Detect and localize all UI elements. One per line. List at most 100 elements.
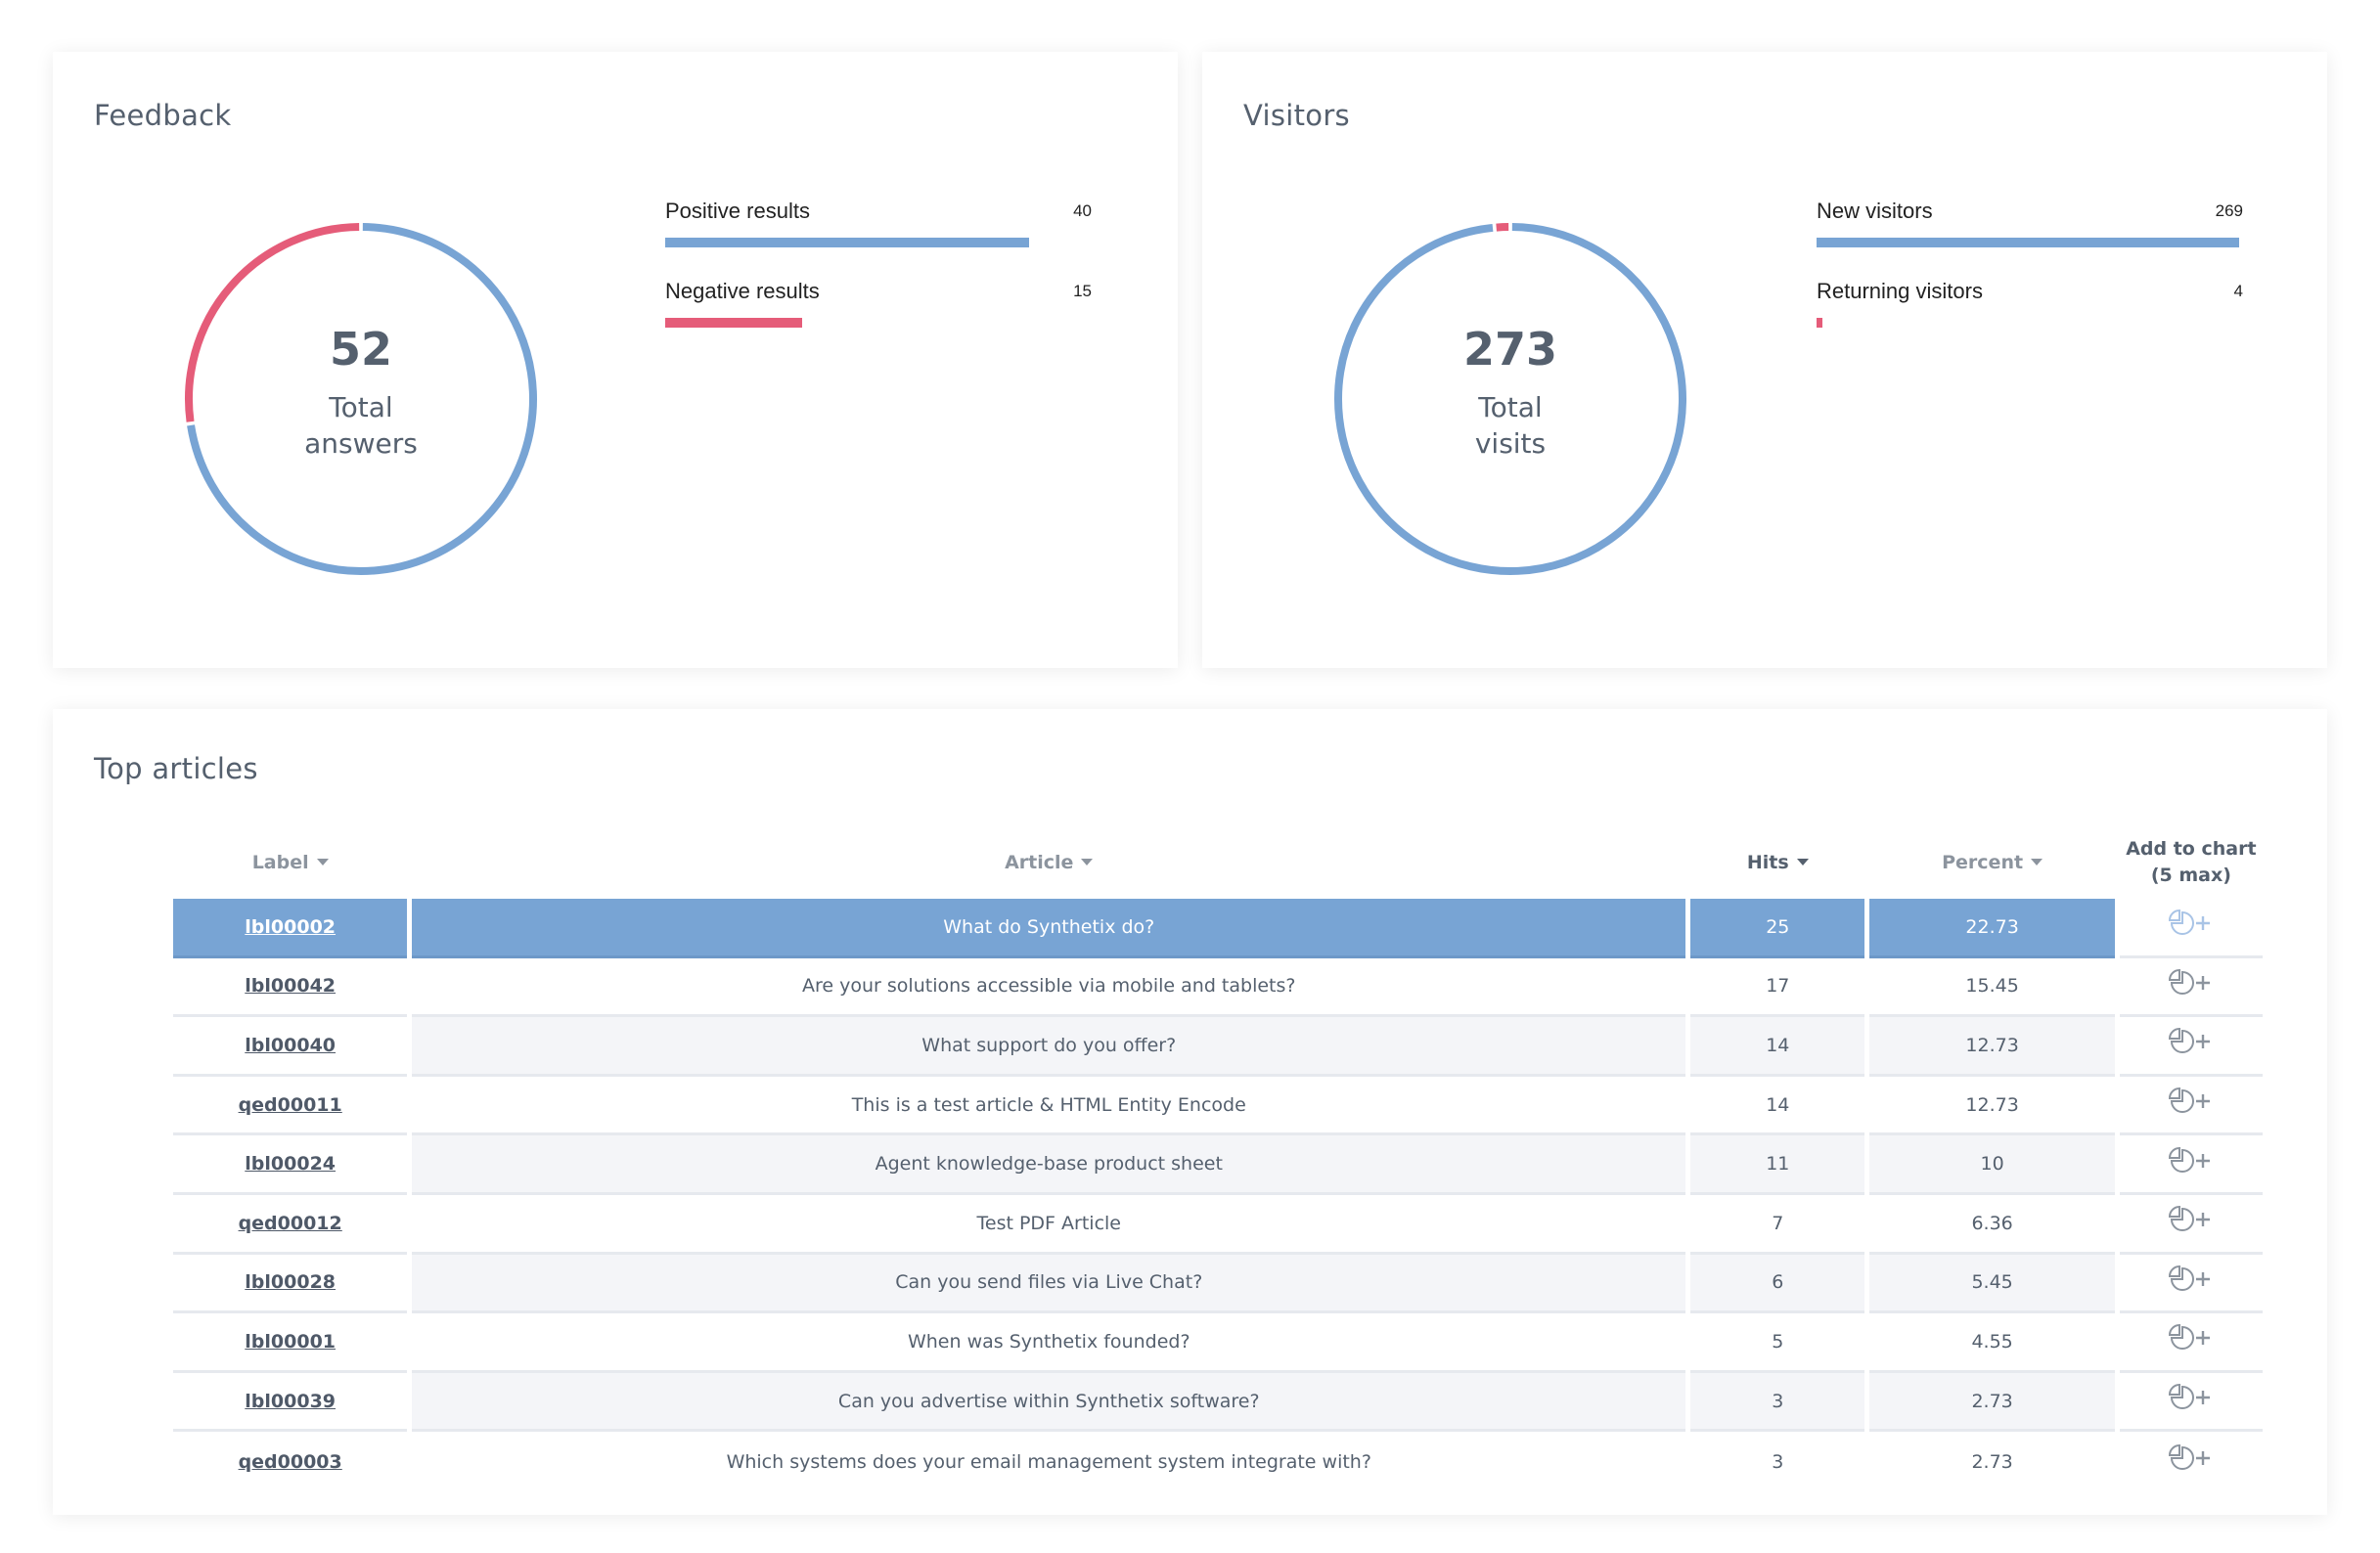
article-label-link[interactable]: qed00011: [239, 1094, 342, 1116]
legend-value: 269: [2215, 201, 2243, 220]
cell-percent: 2.73: [1869, 1372, 2115, 1433]
cell-add-to-chart: [2119, 899, 2263, 958]
pie-chart-plus-icon: [2168, 1265, 2210, 1291]
cell-add-to-chart: [2119, 1313, 2263, 1373]
article-label-link[interactable]: qed00012: [239, 1213, 342, 1234]
cell-article: Which systems does your email management…: [726, 1450, 1371, 1473]
table-row[interactable]: qed00011 This is a test article & HTML En…: [173, 1077, 2263, 1136]
legend-item-returning-visitors: Returning visitors 4: [1817, 279, 2243, 359]
table-header-row: Label Article Hits Percent Add to chart(…: [173, 826, 2263, 899]
cell-add-to-chart: [2119, 1373, 2263, 1433]
table-row[interactable]: lbl00002 What do Synthetix do? 25 22.73: [173, 899, 2263, 958]
table-row[interactable]: lbl00024 Agent knowledge-base product she…: [173, 1135, 2263, 1195]
visitors-total-caption: Total visits: [1474, 391, 1547, 460]
cell-percent: 22.73: [1869, 899, 2115, 958]
table-row[interactable]: lbl00040 What support do you offer? 14 12.7…: [173, 1017, 2263, 1077]
legend-label: Negative results: [665, 279, 820, 303]
column-header-percent[interactable]: Percent: [1869, 826, 2114, 899]
table-row[interactable]: lbl00039 Can you advertise within Synthet…: [173, 1372, 2263, 1433]
add-to-chart-button[interactable]: [2168, 1322, 2214, 1355]
article-label-link[interactable]: lbl00028: [245, 1271, 336, 1293]
add-to-chart-button[interactable]: [2168, 1382, 2214, 1415]
feedback-card: Feedback 52 Total answers Positive resul…: [53, 52, 1178, 668]
pie-chart-plus-icon: [2168, 1324, 2210, 1351]
table-row[interactable]: lbl00028 Can you send files via Live Chat…: [173, 1254, 2263, 1314]
article-label-link[interactable]: lbl00040: [245, 1035, 336, 1056]
legend-bar-track: [1817, 318, 2239, 328]
article-label-link[interactable]: lbl00001: [245, 1331, 336, 1353]
add-to-chart-button[interactable]: [2168, 1026, 2214, 1059]
cell-hits: 11: [1690, 1135, 1865, 1195]
cell-label: lbl00042: [173, 958, 408, 1018]
add-to-chart-button[interactable]: [2168, 1145, 2214, 1178]
table-row[interactable]: qed00012 Test PDF Article 7 6.36: [173, 1195, 2263, 1255]
cell-hits: 25: [1690, 899, 1865, 958]
cell-article: Agent knowledge-base product sheet: [412, 1135, 1686, 1195]
article-label-link[interactable]: qed00003: [239, 1451, 342, 1473]
legend-bar-track: [665, 238, 1029, 247]
cell-percent: 4.55: [1869, 1313, 2115, 1373]
cell-hits: 7: [1690, 1195, 1865, 1255]
pie-chart-plus-icon: [2168, 1087, 2210, 1114]
cell-label: lbl00024: [173, 1135, 408, 1195]
legend-bar-positive: [665, 238, 1029, 247]
sort-arrow-icon: [1796, 858, 1809, 865]
cell-label: lbl00001: [173, 1313, 408, 1373]
feedback-title: Feedback: [94, 99, 232, 132]
legend-bar-new-visitors: [1817, 238, 2239, 247]
pie-chart-plus-icon: [2168, 1146, 2210, 1173]
cell-article: This is a test article & HTML Entity Enc…: [412, 1077, 1686, 1136]
table-row[interactable]: lbl00001 When was Synthetix founded? 5 4.55: [173, 1313, 2263, 1373]
add-to-chart-button[interactable]: [2168, 967, 2214, 1000]
legend-label: Returning visitors: [1817, 279, 1983, 303]
cell-article: What support do you offer?: [412, 1017, 1686, 1077]
top-articles-title: Top articles: [94, 752, 258, 785]
pie-chart-plus-icon: [2168, 1206, 2210, 1232]
column-header-hits[interactable]: Hits: [1690, 826, 1864, 899]
sort-arrow-icon: [2031, 858, 2043, 865]
sort-arrow-icon: [1081, 858, 1094, 865]
visitors-donut-chart: 273 Total visits: [1329, 218, 1691, 580]
pie-chart-plus-icon: [2168, 1028, 2210, 1054]
article-label-link[interactable]: lbl00042: [245, 975, 336, 997]
cell-percent: 10: [1869, 1135, 2115, 1195]
add-to-chart-button[interactable]: [2168, 1264, 2214, 1297]
pie-chart-plus-icon: [2168, 968, 2210, 995]
feedback-total-value: 52: [329, 323, 392, 376]
article-label-link[interactable]: lbl00024: [245, 1153, 336, 1175]
cell-label: qed00012: [173, 1195, 408, 1255]
pie-chart-plus-icon: [2168, 1384, 2210, 1410]
top-articles-card: Top articles Label Article Hits Percent …: [53, 709, 2327, 1515]
cell-add-to-chart: [2119, 1135, 2263, 1195]
top-articles-table: Label Article Hits Percent Add to chart(…: [168, 826, 2268, 1491]
add-to-chart-button[interactable]: [2168, 1442, 2214, 1476]
legend-label: New visitors: [1817, 199, 1933, 223]
column-header-label[interactable]: Label: [173, 826, 407, 899]
legend-value: 15: [1073, 282, 1092, 300]
top-articles-table-wrap: Label Article Hits Percent Add to chart(…: [173, 826, 2263, 1491]
feedback-total-caption: Total answers: [304, 391, 418, 460]
feedback-legend: Positive results 40 Negative results 15: [665, 199, 1092, 359]
table-row[interactable]: lbl00042 Are your solutions accessible vi…: [173, 958, 2263, 1018]
cell-percent: 15.45: [1869, 958, 2115, 1018]
add-to-chart-button[interactable]: [2168, 1086, 2214, 1119]
cell-add-to-chart: [2119, 1255, 2263, 1314]
table-row[interactable]: qed00003 Which systems does your email ma…: [173, 1432, 2263, 1491]
cell-article: Can you advertise within Synthetix softw…: [412, 1372, 1686, 1433]
cell-percent: 6.36: [1869, 1195, 2115, 1255]
sort-arrow-icon: [316, 858, 329, 865]
column-header-add-to-chart: Add to chart (5 max): [2126, 838, 2257, 886]
cell-article: Can you send files via Live Chat?: [412, 1254, 1686, 1314]
visitors-total-value: 273: [1462, 323, 1558, 376]
table-body: lbl00002 What do Synthetix do? 25 22.73 lbl0…: [173, 899, 2263, 1491]
cell-hits: 5: [1690, 1313, 1865, 1373]
add-to-chart-button[interactable]: [2168, 1204, 2214, 1237]
cell-label: lbl00039: [173, 1373, 408, 1433]
legend-value: 40: [1073, 201, 1092, 220]
article-label-link[interactable]: lbl00002: [245, 916, 336, 938]
column-header-article[interactable]: Article: [412, 826, 1685, 899]
cell-add-to-chart: [2119, 1195, 2263, 1255]
add-to-chart-button[interactable]: [2168, 908, 2214, 941]
legend-item-negative: Negative results 15: [665, 279, 1092, 359]
article-label-link[interactable]: lbl00039: [245, 1391, 336, 1412]
